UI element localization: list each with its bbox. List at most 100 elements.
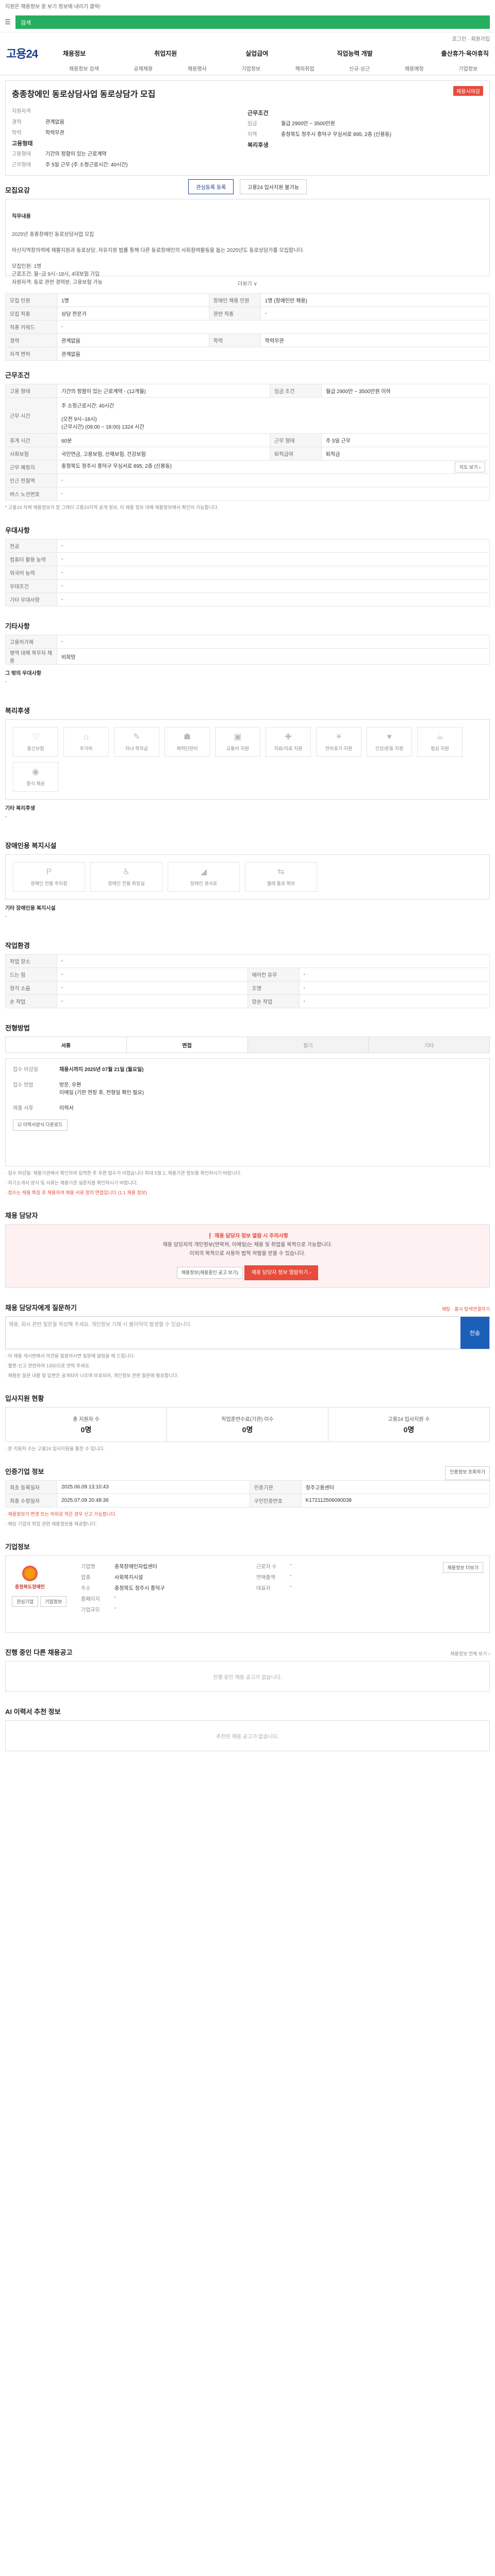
- cell-key: 모집 인원: [5, 293, 57, 307]
- nav-item[interactable]: 출산휴가·육아휴직: [441, 49, 489, 58]
- info-note: · 해당 기업의 취업 관련 채용정보를 제공합니다.: [5, 1521, 97, 1527]
- summary-key: 지역: [248, 132, 257, 138]
- other-section: 기타사항 고용허가제 - 병역 대체 복무자 채용 비희망 그 밖의 우대사항 -: [5, 606, 490, 691]
- cell-key: 임금 조건: [269, 384, 322, 398]
- description-body: 2025년 충종창에인 동로상담사업 모집 아산지역창의력에 재활지원과 동로상…: [12, 231, 305, 285]
- cell-value: -: [57, 635, 490, 649]
- cell-value: -: [57, 566, 490, 580]
- cell-value: 주 소정근로시간: 40시간 (오전 9시~18시) (근무시간) (09:00…: [57, 397, 490, 434]
- cell-key: 기타 우대사항: [5, 592, 57, 606]
- nav-item[interactable]: 실업급여: [245, 49, 268, 58]
- cell-value: 월급 2900만 ~ 3500만원 이하: [321, 384, 490, 398]
- verify-button[interactable]: 인증정보 조회하기: [445, 1466, 490, 1480]
- cell-key: 드는 힘: [5, 968, 57, 981]
- contact-section: 채용 담당자 ❗ 채용 담당자 정보 열람 시 주의사항 채용 담당자의 개인정…: [5, 1196, 490, 1288]
- subnav-item[interactable]: 기업정보: [241, 64, 260, 72]
- cell-key: 전공: [5, 539, 57, 553]
- sub-nav: 채용정보 검색 공채채용 채용행사 기업정보 해외취업 신규·상근 채용예정 기…: [0, 62, 495, 75]
- inquiry-note: · 채용된 질문 내용 및 답변은 공개되어 나오며 보호되어, 개인정보 관련…: [5, 1373, 179, 1378]
- ramp-icon: ◢: [200, 867, 207, 876]
- inquiry-link[interactable]: 채팅 · 홈사 탐색연결하기: [442, 1306, 490, 1316]
- benefit-item: ▣ 교통비 지원: [215, 727, 260, 757]
- benefit-label: 건강/운동 지원: [375, 746, 404, 752]
- send-button[interactable]: 전송: [460, 1317, 489, 1349]
- cell-key: 모집 직종: [5, 307, 57, 320]
- subnav-item[interactable]: 공채채용: [134, 64, 153, 72]
- main-nav: 채용정보 취업지원 실업급여 직업능력 개발 출산휴가·육아휴직: [47, 49, 489, 58]
- sun-logo-icon: [22, 1565, 38, 1581]
- detail-value: 방문, 우편 이메일 (기한 연장 후, 전형일 확인 필요): [59, 1082, 144, 1096]
- summary-key: 지원자격: [12, 109, 31, 114]
- meal-icon: ☕: [436, 732, 444, 741]
- more-jobs-button[interactable]: 채용정보 더보기: [442, 1562, 483, 1573]
- cell-value: 주 5일 근무: [321, 433, 490, 447]
- top-links[interactable]: 로그인 · 회원가입: [0, 32, 495, 44]
- subnav-item[interactable]: 채용정보 검색: [69, 64, 99, 72]
- process-note: · 접수 마감일: 채용기관에서 확인하여 입력한 후 우편 접수가 어렵습니다…: [5, 1171, 241, 1176]
- inquiry-textarea[interactable]: 채용, 회사 관련 질문을 작성해 주세요. 개인정보 기재 시 불이익이 발생…: [6, 1317, 460, 1349]
- benefit-item: ⌂ 주거비: [63, 727, 109, 757]
- cell-value: 관계없음: [57, 333, 209, 347]
- disability-section: 장애인용 복지시설 P 장애인 전용 주차장 ♿ 장애인 전용 화장실 ◢ 장애인 경…: [5, 826, 490, 926]
- cell-value: 2025.06.09 13:10:43: [57, 1480, 250, 1494]
- benefits-section: 복리후생 ♡ 중신보험 ⌂ 주거비 ✎ 자녀 학자금 ☗ 체력단련비 ▣ 교통비 지원 ✚…: [5, 691, 490, 826]
- company-info-button[interactable]: 기업정보: [40, 1596, 67, 1607]
- brand-logo[interactable]: 고용24: [6, 45, 47, 61]
- nav-item[interactable]: 직업능력 개발: [337, 49, 373, 58]
- facility-item: ♿ 장애인 전용 화장실: [90, 862, 162, 892]
- fitness-icon: ☗: [183, 732, 191, 741]
- warning-text: 이외의 목적으로 사용하 법적 처벌을 받을 수 있습니다.: [189, 1251, 306, 1257]
- cell-value: 60분: [57, 433, 270, 447]
- cell-value: 퇴직금: [321, 447, 490, 461]
- subnav-item[interactable]: 기업정보: [458, 64, 477, 72]
- cell-key: 컴퓨터 활용 능력: [5, 552, 57, 566]
- contact-warning: ❗ 채용 담당자 정보 열람 시 주의사항 채용 담당자의 개인정보(연락처, …: [5, 1224, 490, 1288]
- view-jobs-button[interactable]: 채용정보(채용중인 공고 보기): [176, 1267, 243, 1279]
- detail-key: 접수 방법: [13, 1082, 34, 1088]
- cell-key: 학력: [208, 333, 261, 347]
- cell-value: -: [57, 487, 490, 501]
- cell-key: 최초 등록일자: [5, 1480, 57, 1494]
- parking-icon: P: [46, 867, 52, 876]
- view-all-link[interactable]: 채용정보 전체 보기 ›: [450, 1650, 490, 1661]
- cell-key: 조명: [247, 981, 300, 995]
- cell-value: 1명 (장애인만 채용): [260, 293, 490, 307]
- subnav-item[interactable]: 채용예정: [405, 64, 424, 72]
- cell-key: 작업 장소: [5, 954, 57, 968]
- view-contact-button[interactable]: 채용 담당자 정보 열람하기 ›: [244, 1265, 319, 1280]
- company-card: 충청북도장애인 관심기업 기업정보 기업명 충북장애인자립센터 업종 사회복지시설 …: [5, 1555, 490, 1633]
- insurance-icon: ♡: [31, 732, 40, 741]
- subnav-item[interactable]: 신규·상근: [349, 64, 370, 72]
- preference-section: 우대사항 전공 - 컴퓨터 활용 능력 - 외국어 능력 - 우대조건 - 기타 우대사…: [5, 511, 490, 606]
- nav-item[interactable]: 채용정보: [63, 49, 86, 58]
- cell-key: 인근 전철역: [5, 473, 57, 487]
- stat-item: 총 지원자 수 0명: [6, 1408, 167, 1442]
- benefit-label: 점심 지원: [431, 746, 449, 752]
- menu-icon[interactable]: ☰: [0, 18, 15, 26]
- apply-button[interactable]: 고용24 입사지원 불가능: [240, 179, 307, 194]
- company-section: 기업정보 충청북도장애인 관심기업 기업정보 기업명 충북장애인자립센터 업종 사회…: [5, 1527, 490, 1633]
- company-logo-col: 충청북도장애인 관심기업 기업정보: [12, 1562, 74, 1626]
- benefit-item: ✚ 의료/의료 지원: [266, 727, 311, 757]
- benefit-icons: ♡ 중신보험 ⌂ 주거비 ✎ 자녀 학자금 ☗ 체력단련비 ▣ 교통비 지원 ✚ 의료/의료…: [13, 727, 482, 792]
- favorite-company-button[interactable]: 관심기업: [12, 1596, 39, 1607]
- cell-value: 비희망: [57, 648, 490, 665]
- section-title: 장애인용 복지시설: [5, 842, 57, 850]
- facility-item: ⇆ 엘레 통로 확보: [245, 862, 317, 892]
- cell-key: 장애인 채용 인원: [208, 293, 261, 307]
- top-note: 지원은 채용정보 중 보기 정보에 내리기 클릭!: [5, 4, 101, 10]
- bookmark-button[interactable]: 관심등록 등록: [188, 179, 234, 194]
- nav-item[interactable]: 취업지원: [154, 49, 177, 58]
- cell-key: 양손 작업: [247, 994, 300, 1008]
- subnav-item[interactable]: 해외취업: [295, 64, 315, 72]
- cell-value: 학력무관: [260, 333, 490, 347]
- info-note: · 채용정보가 변경 또는 허위로 적은 경우 신고 가능합니다.: [5, 1512, 117, 1517]
- inquiry-note: · 이 채용 게시판에서 의견을 말씀하시면 질문에 알림을 해 드립니다.: [5, 1353, 135, 1359]
- cell-value: 국민연금, 고용보험, 산재보험, 건강보험: [57, 447, 270, 461]
- cell-key: 근무 시간: [5, 397, 57, 434]
- download-resume-button[interactable]: ☑ 이력서양식 다운로드: [13, 1120, 68, 1131]
- cell-value: 청주고용센터: [301, 1480, 490, 1494]
- search-input[interactable]: 검색: [15, 15, 490, 29]
- map-button[interactable]: 지도 보기 ›: [454, 462, 485, 472]
- subnav-item[interactable]: 채용행사: [188, 64, 207, 72]
